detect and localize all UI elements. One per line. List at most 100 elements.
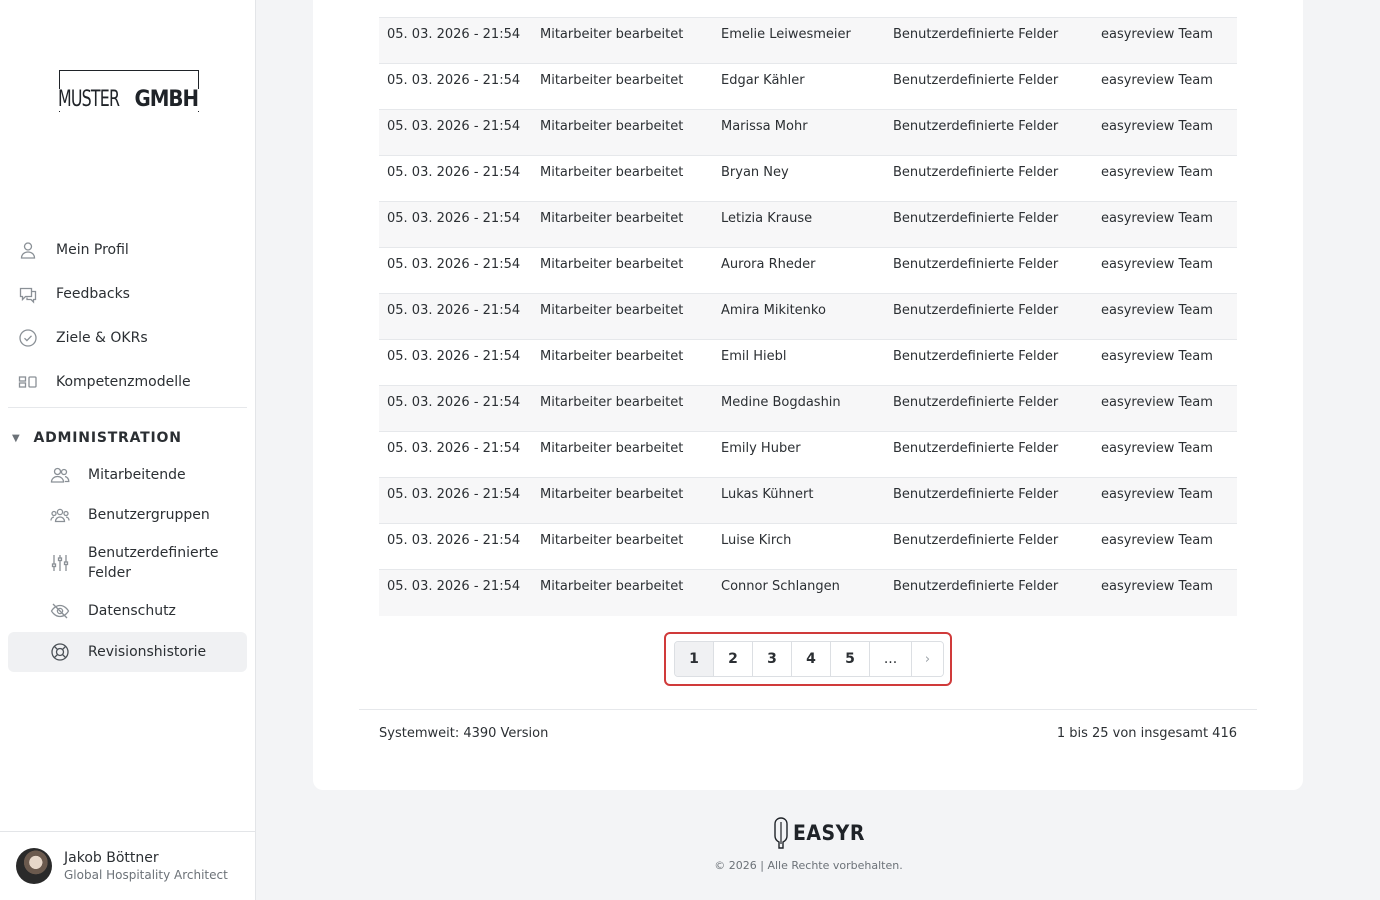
cell-field: Benutzerdefinierte Felder <box>893 441 1059 456</box>
cell-field: Benutzerdefinierte Felder <box>893 27 1059 42</box>
cell-author: easyreview Team <box>1101 533 1213 548</box>
page-ellipsis-button[interactable]: ... <box>870 642 912 676</box>
sidebar-item-revisionshistorie[interactable]: Revisionshistorie <box>8 632 247 672</box>
cell-action: Mitarbeiter bearbeitet <box>540 533 684 548</box>
sidebar-divider <box>8 407 247 408</box>
cell-date: 05. 03. 2026 - 21:54 <box>387 27 521 42</box>
table-row: 05. 03. 2026 - 21:54 Mitarbeiter bearbeit… <box>379 431 1237 478</box>
cell-action: Mitarbeiter bearbeitet <box>540 119 684 134</box>
cell-action: Mitarbeiter bearbeitet <box>540 487 684 502</box>
cell-field: Benutzerdefinierte Felder <box>893 349 1059 364</box>
page-1-button[interactable]: 1 <box>675 642 714 676</box>
cell-action: Mitarbeiter bearbeitet <box>540 303 684 318</box>
cell-field: Benutzerdefinierte Felder <box>893 119 1059 134</box>
cell-date: 05. 03. 2026 - 21:54 <box>387 73 521 88</box>
cell-date: 05. 03. 2026 - 21:54 <box>387 303 521 318</box>
cell-employee: Edgar Kähler <box>721 73 805 88</box>
version-count: Systemweit: 4390 Version <box>379 726 549 741</box>
sidebar-item-label: Feedbacks <box>56 286 130 302</box>
table-row: 05. 03. 2026 - 21:54 Mitarbeiter bearbeit… <box>379 17 1237 64</box>
user-icon <box>17 239 39 261</box>
cell-action: Mitarbeiter bearbeitet <box>540 579 684 594</box>
cell-date: 05. 03. 2026 - 21:54 <box>387 441 521 456</box>
revision-table: 05. 03. 2026 - 21:54 Mitarbeiter bearbeit… <box>379 17 1237 616</box>
sidebar-item-label: Mitarbeitende <box>88 467 186 483</box>
cell-employee: Amira Mikitenko <box>721 303 826 318</box>
cell-action: Mitarbeiter bearbeitet <box>540 395 684 410</box>
cell-author: easyreview Team <box>1101 579 1213 594</box>
check-circle-icon <box>17 327 39 349</box>
sidebar-item-label: Mein Profil <box>56 242 129 258</box>
cell-date: 05. 03. 2026 - 21:54 <box>387 165 521 180</box>
cell-employee: Luise Kirch <box>721 533 792 548</box>
page-3-button[interactable]: 3 <box>753 642 792 676</box>
sidebar-item-benutzergruppen[interactable]: Benutzergruppen <box>8 495 247 535</box>
table-row: 05. 03. 2026 - 21:54 Mitarbeiter bearbeit… <box>379 477 1237 524</box>
cell-field: Benutzerdefinierte Felder <box>893 73 1059 88</box>
cell-date: 05. 03. 2026 - 21:54 <box>387 349 521 364</box>
card-divider <box>359 709 1257 710</box>
table-row: 05. 03. 2026 - 21:54 Mitarbeiter bearbeit… <box>379 385 1237 432</box>
eye-off-icon <box>49 600 71 622</box>
sidebar-item-feedbacks[interactable]: Feedbacks <box>8 274 247 314</box>
table-row: 05. 03. 2026 - 21:54 Mitarbeiter bearbeit… <box>379 339 1237 386</box>
table-row: 05. 03. 2026 - 21:54 Mitarbeiter bearbeit… <box>379 63 1237 110</box>
results-range: 1 bis 25 von insgesamt 416 <box>1056 726 1237 741</box>
cell-action: Mitarbeiter bearbeitet <box>540 73 684 88</box>
cell-author: easyreview Team <box>1101 119 1213 134</box>
cell-author: easyreview Team <box>1101 27 1213 42</box>
sidebar-item-label: Datenschutz <box>88 603 176 619</box>
cell-employee: Aurora Rheder <box>721 257 816 272</box>
sliders-icon <box>49 552 71 574</box>
logo-text-gmbh: GMBH <box>134 87 199 112</box>
sidebar-item-mitarbeitende[interactable]: Mitarbeitende <box>8 455 247 495</box>
sidebar-item-mein-profil[interactable]: Mein Profil <box>8 230 247 270</box>
table-row: 05. 03. 2026 - 21:54 Mitarbeiter bearbeit… <box>379 293 1237 340</box>
cell-field: Benutzerdefinierte Felder <box>893 395 1059 410</box>
cell-field: Benutzerdefinierte Felder <box>893 257 1059 272</box>
sidebar-item-datenschutz[interactable]: Datenschutz <box>8 591 247 631</box>
lifebuoy-icon <box>49 641 71 663</box>
cell-author: easyreview Team <box>1101 487 1213 502</box>
cell-action: Mitarbeiter bearbeitet <box>540 165 684 180</box>
cell-date: 05. 03. 2026 - 21:54 <box>387 257 521 272</box>
cell-author: easyreview Team <box>1101 349 1213 364</box>
cell-field: Benutzerdefinierte Felder <box>893 165 1059 180</box>
cell-action: Mitarbeiter bearbeitet <box>540 441 684 456</box>
next-page-button[interactable]: › <box>912 642 943 676</box>
sidebar-item-kompetenzmodelle[interactable]: Kompetenzmodelle <box>8 362 247 402</box>
cell-action: Mitarbeiter bearbeitet <box>540 349 684 364</box>
cell-employee: Emily Huber <box>721 441 801 456</box>
cell-author: easyreview Team <box>1101 441 1213 456</box>
cell-employee: Emil Hiebl <box>721 349 787 364</box>
cell-employee: Marissa Mohr <box>721 119 808 134</box>
cell-author: easyreview Team <box>1101 303 1213 318</box>
cell-date: 05. 03. 2026 - 21:54 <box>387 211 521 226</box>
sidebar-item-label: Revisionshistorie <box>88 644 207 660</box>
cell-employee: Connor Schlangen <box>721 579 840 594</box>
page-5-button[interactable]: 5 <box>831 642 870 676</box>
cell-field: Benutzerdefinierte Felder <box>893 303 1059 318</box>
cell-field: Benutzerdefinierte Felder <box>893 211 1059 226</box>
sidebar-item-benutzerdefinierte-felder[interactable]: Benutzerdefinierte Felder <box>8 543 247 583</box>
admin-section-toggle[interactable]: ▼ ADMINISTRATION <box>12 428 182 448</box>
sidebar: MUSTER GMBH Mein Profil Feedbacks Ziele &… <box>0 0 256 900</box>
logo-text-muster: MUSTER <box>58 87 120 112</box>
table-row: 05. 03. 2026 - 21:54 Mitarbeiter bearbeit… <box>379 569 1237 616</box>
chat-icon <box>17 283 39 305</box>
cell-field: Benutzerdefinierte Felder <box>893 533 1059 548</box>
copyright: © 2026 | Alle Rechte vorbehalten. <box>714 859 903 872</box>
cell-date: 05. 03. 2026 - 21:54 <box>387 579 521 594</box>
cell-date: 05. 03. 2026 - 21:54 <box>387 119 521 134</box>
cell-author: easyreview Team <box>1101 395 1213 410</box>
cell-employee: Medine Bogdashin <box>721 395 841 410</box>
cell-employee: Emelie Leiwesmeier <box>721 27 851 42</box>
easyreview-mark-icon <box>774 817 788 849</box>
page-2-button[interactable]: 2 <box>714 642 753 676</box>
page-4-button[interactable]: 4 <box>792 642 831 676</box>
revision-history-card: 05. 03. 2026 - 21:54 Mitarbeiter bearbeit… <box>313 0 1303 790</box>
sidebar-item-ziele-okrs[interactable]: Ziele & OKRs <box>8 318 247 358</box>
table-row: 05. 03. 2026 - 21:54 Mitarbeiter bearbeit… <box>379 523 1237 570</box>
sidebar-item-label: Benutzerdefinierte Felder <box>88 545 219 581</box>
company-logo[interactable]: MUSTER GMBH <box>58 70 201 112</box>
